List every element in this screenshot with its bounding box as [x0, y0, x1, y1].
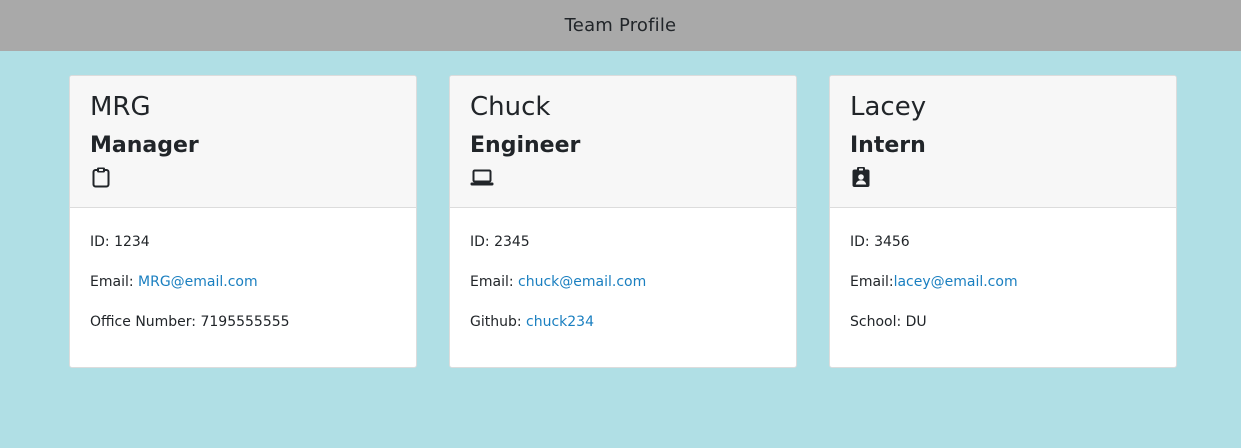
- employee-role: Engineer: [470, 133, 581, 158]
- office-number-label: Office Number:: [90, 314, 201, 330]
- school-label: School:: [850, 314, 906, 330]
- office-number-value: 7195555555: [200, 314, 290, 330]
- employee-id: ID: 1234: [90, 234, 150, 250]
- clipboard-icon: [90, 166, 112, 188]
- id-badge-icon: [850, 166, 872, 188]
- email-link[interactable]: MRG@email.com: [138, 274, 258, 290]
- card-details: ID: 3456 Email:lacey@email.com School: D…: [830, 208, 1176, 332]
- card-header: MRG Manager: [70, 76, 416, 208]
- employee-email-row: Email: chuck@email.com: [470, 272, 776, 292]
- employee-id: ID: 3456: [850, 234, 910, 250]
- school-row: School: DU: [850, 312, 1156, 332]
- employee-name: Chuck: [470, 92, 551, 122]
- email-label: Email:: [90, 274, 139, 290]
- employee-role: Intern: [850, 133, 926, 158]
- email-link[interactable]: chuck@email.com: [518, 274, 646, 290]
- email-link[interactable]: lacey@email.com: [894, 274, 1018, 290]
- laptop-icon: [470, 166, 494, 188]
- card-details: ID: 2345 Email: chuck@email.com Github: …: [450, 208, 796, 332]
- employee-role: Manager: [90, 133, 199, 158]
- school-value: DU: [905, 314, 927, 330]
- page-title: Team Profile: [564, 15, 677, 36]
- github-link[interactable]: chuck234: [526, 314, 594, 330]
- employee-card-engineer: Chuck Engineer ID: 2345 Email: chuck@ema…: [449, 75, 797, 368]
- employee-name: MRG: [90, 92, 151, 122]
- email-label: Email:: [470, 274, 519, 290]
- github-label: Github:: [470, 314, 527, 330]
- card-details: ID: 1234 Email: MRG@email.com Office Num…: [70, 208, 416, 332]
- employee-email-row: Email: MRG@email.com: [90, 272, 396, 292]
- employee-email-row: Email:lacey@email.com: [850, 272, 1156, 292]
- office-number-row: Office Number: 7195555555: [90, 312, 396, 332]
- email-label: Email:: [850, 274, 894, 290]
- employee-name: Lacey: [850, 92, 927, 122]
- card-header: Lacey Intern: [830, 76, 1176, 208]
- employee-id: ID: 2345: [470, 234, 530, 250]
- github-row: Github: chuck234: [470, 312, 776, 332]
- employee-card-intern: Lacey Intern ID: 3456 Email:lacey@email.…: [829, 75, 1177, 368]
- page-header: Team Profile: [0, 0, 1241, 51]
- employee-card-manager: MRG Manager ID: 1234 Email: MRG@email.co…: [69, 75, 417, 368]
- card-header: Chuck Engineer: [450, 76, 796, 208]
